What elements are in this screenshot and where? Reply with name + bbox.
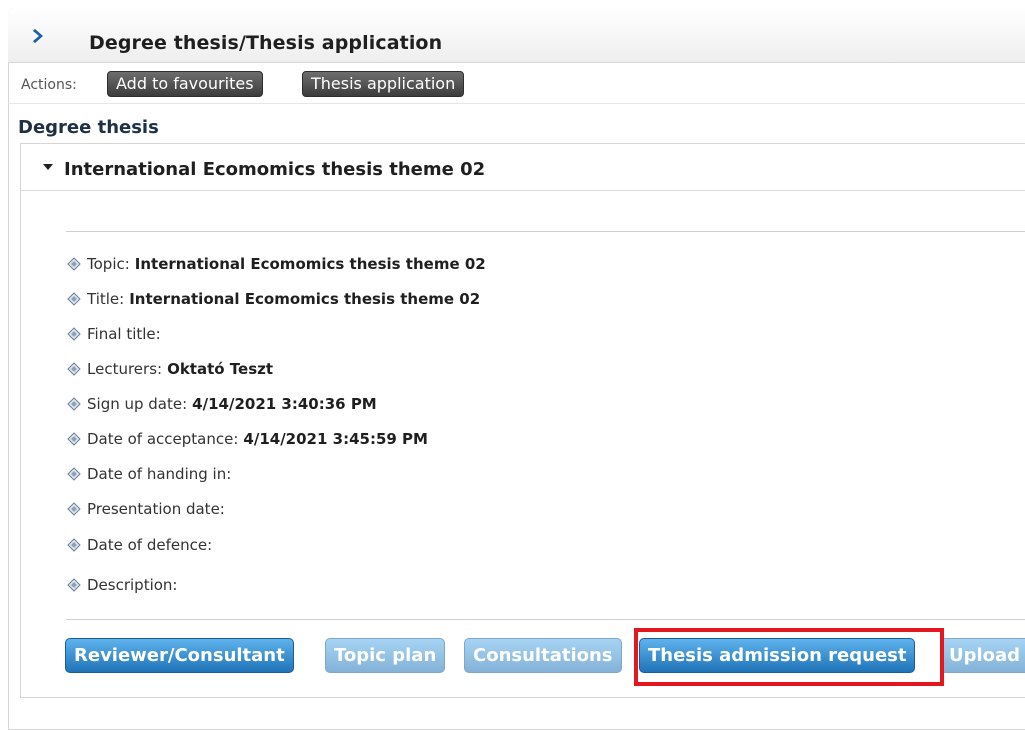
field-value: International Ecomomics thesis theme 02 [134, 255, 486, 273]
field-value: Oktató Teszt [167, 360, 274, 378]
section-title: Degree thesis [18, 117, 159, 138]
field-value: 4/14/2021 3:45:59 PM [243, 430, 428, 448]
field-label: Title: [87, 290, 125, 308]
page-header: Degree thesis/Thesis application [8, 8, 1025, 63]
field-lecturers: Lecturers: Oktató Teszt [67, 360, 273, 378]
reviewer-consultant-button[interactable]: Reviewer/Consultant [65, 638, 294, 673]
diamond-bullet-icon [67, 362, 81, 376]
field-topic: Topic: International Ecomomics thesis the… [67, 255, 486, 273]
actions-label: Actions: [21, 77, 77, 93]
field-final-title: Final title: [67, 325, 166, 343]
field-description: Description: [67, 576, 182, 594]
diamond-bullet-icon [67, 292, 81, 306]
diamond-bullet-icon [67, 502, 81, 516]
add-to-favourites-button[interactable]: Add to favourites [107, 71, 263, 97]
diamond-bullet-icon [67, 467, 81, 481]
consultations-button[interactable]: Consultations [464, 638, 622, 673]
actions-bar: Actions: Add to favourites Thesis applic… [8, 63, 1025, 104]
field-label: Date of handing in: [87, 465, 232, 483]
chevron-right-icon [33, 29, 43, 43]
field-value: International Ecomomics thesis theme 02 [129, 290, 481, 308]
highlight-box [634, 628, 944, 686]
field-label: Lecturers: [87, 360, 163, 378]
divider [66, 619, 1025, 620]
field-title: Title: International Ecomomics thesis the… [67, 290, 480, 308]
field-label: Sign up date: [87, 395, 188, 413]
divider [66, 231, 1025, 232]
diamond-bullet-icon [67, 327, 81, 341]
diamond-bullet-icon [67, 257, 81, 271]
field-label: Final title: [87, 325, 161, 343]
panel-title: International Ecomomics thesis theme 02 [64, 159, 486, 180]
field-date-of-acceptance: Date of acceptance: 4/14/2021 3:45:59 PM [67, 430, 428, 448]
thesis-application-button[interactable]: Thesis application [302, 71, 465, 97]
field-date-of-defence: Date of defence: [67, 536, 217, 554]
topic-plan-button[interactable]: Topic plan [325, 638, 446, 673]
upload-button[interactable]: Upload [940, 638, 1025, 673]
field-date-of-handing-in: Date of handing in: [67, 465, 236, 483]
field-label: Date of defence: [87, 536, 213, 554]
field-presentation-date: Presentation date: [67, 500, 230, 518]
field-label: Description: [87, 576, 178, 594]
field-sign-up-date: Sign up date: 4/14/2021 3:40:36 PM [67, 395, 377, 413]
diamond-bullet-icon [67, 432, 81, 446]
field-label: Date of acceptance: [87, 430, 239, 448]
caret-down-icon[interactable] [43, 164, 53, 170]
field-label: Topic: [87, 255, 130, 273]
diamond-bullet-icon [67, 578, 81, 592]
page-title: Degree thesis/Thesis application [89, 32, 443, 54]
diamond-bullet-icon [67, 397, 81, 411]
thesis-panel: International Ecomomics thesis theme 02 … [20, 143, 1025, 698]
panel-header[interactable]: International Ecomomics thesis theme 02 [21, 144, 1025, 191]
field-label: Presentation date: [87, 500, 225, 518]
diamond-bullet-icon [67, 538, 81, 552]
field-value: 4/14/2021 3:40:36 PM [192, 395, 377, 413]
